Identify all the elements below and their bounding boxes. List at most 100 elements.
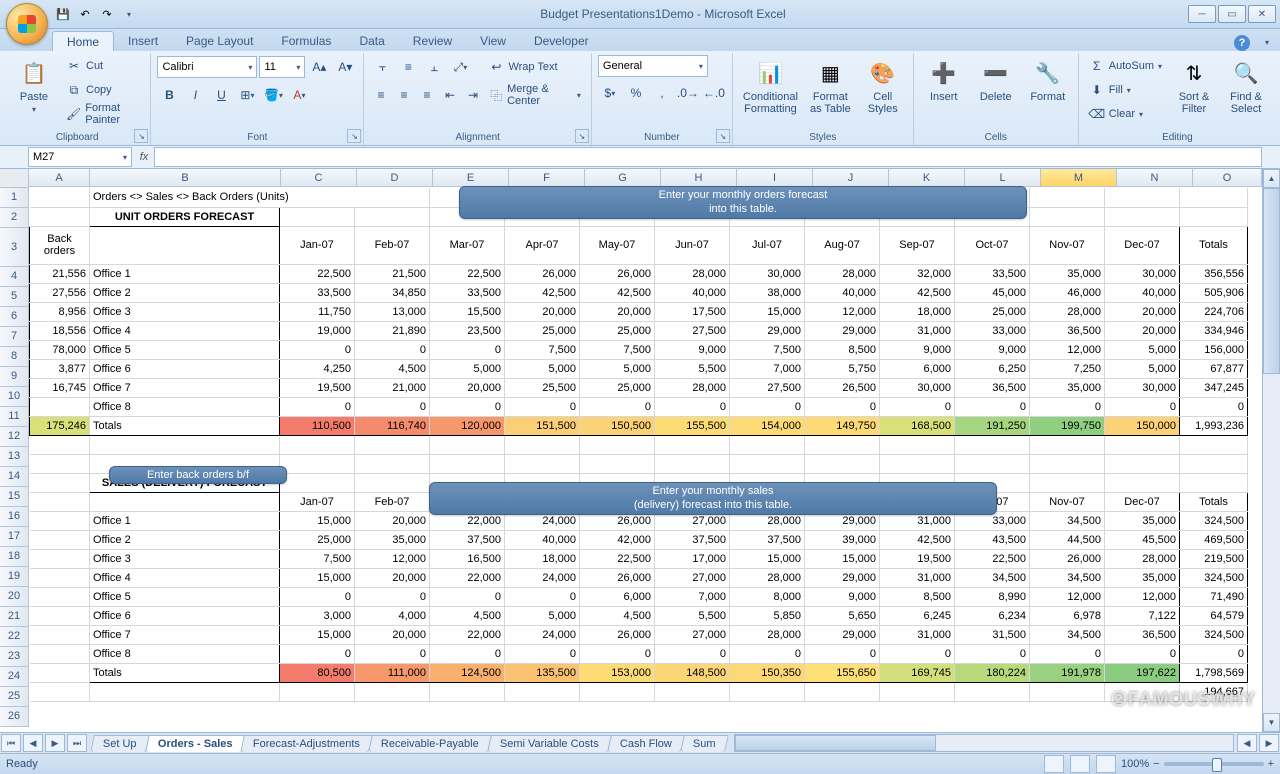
cell[interactable] [30, 188, 90, 207]
cell[interactable]: 0 [355, 587, 430, 606]
cell[interactable] [280, 682, 355, 701]
cell[interactable]: 505,906 [1180, 283, 1248, 302]
cell[interactable]: 334,946 [1180, 321, 1248, 340]
sheet-tab-orders-sales[interactable]: Orders - Sales [145, 735, 245, 752]
cell[interactable]: 17,000 [655, 549, 730, 568]
align-middle[interactable]: ≡ [396, 55, 420, 79]
cell[interactable] [730, 435, 805, 454]
autosum-button[interactable]: ΣAutoSum ▾ [1085, 55, 1166, 77]
cell[interactable]: Orders <> Sales <> Back Orders (Units) [90, 188, 430, 207]
cell[interactable]: 347,245 [1180, 378, 1248, 397]
cell[interactable]: 8,990 [955, 587, 1030, 606]
cell[interactable]: 30,000 [880, 378, 955, 397]
cell[interactable]: Jan-07 [280, 226, 355, 264]
align-bottom[interactable]: ⫠ [422, 55, 446, 79]
cell[interactable]: 0 [430, 340, 505, 359]
fx-icon[interactable]: fx [134, 151, 154, 163]
cell[interactable] [30, 625, 90, 644]
delete-cells[interactable]: ➖Delete [972, 55, 1020, 131]
cell[interactable]: Office 1 [90, 264, 280, 283]
row-header-22[interactable]: 22 [0, 627, 29, 647]
cell[interactable]: 8,956 [30, 302, 90, 321]
cell[interactable]: 18,000 [880, 302, 955, 321]
cell[interactable]: 5,650 [805, 606, 880, 625]
cell[interactable]: 26,000 [580, 568, 655, 587]
cell[interactable]: 27,500 [655, 321, 730, 340]
cell[interactable]: 0 [580, 644, 655, 663]
font-color-button[interactable]: A▾ [287, 83, 311, 107]
col-header-O[interactable]: O [1193, 169, 1262, 187]
col-header-K[interactable]: K [889, 169, 965, 187]
cell[interactable]: 0 [280, 587, 355, 606]
cell[interactable]: 26,000 [1030, 549, 1105, 568]
cell[interactable]: 33,000 [955, 321, 1030, 340]
cell[interactable]: 0 [430, 397, 505, 416]
minimize-button[interactable]: ─ [1188, 5, 1216, 23]
cell[interactable]: 44,500 [1030, 530, 1105, 549]
cell[interactable]: Office 5 [90, 587, 280, 606]
col-header-M[interactable]: M [1041, 169, 1117, 187]
cell[interactable]: Office 2 [90, 283, 280, 302]
cell[interactable]: 26,500 [805, 378, 880, 397]
row-header-13[interactable]: 13 [0, 447, 29, 467]
align-right[interactable]: ≡ [416, 83, 437, 107]
col-header-C[interactable]: C [281, 169, 357, 187]
cell[interactable]: 5,000 [580, 359, 655, 378]
cell[interactable]: 0 [355, 397, 430, 416]
insert-cells[interactable]: ➕Insert [920, 55, 968, 131]
tab-insert[interactable]: Insert [114, 31, 172, 51]
cell[interactable]: 4,000 [355, 606, 430, 625]
cell[interactable]: 24,000 [505, 625, 580, 644]
cell[interactable]: 0 [1030, 644, 1105, 663]
align-center[interactable]: ≡ [393, 83, 414, 107]
cell[interactable]: 6,245 [880, 606, 955, 625]
alignment-launcher[interactable]: ↘ [575, 129, 589, 143]
cell[interactable] [730, 682, 805, 701]
cell[interactable]: 199,750 [1030, 416, 1105, 435]
cell[interactable] [280, 473, 355, 492]
fill-color-button[interactable]: 🪣▾ [261, 83, 285, 107]
cell[interactable]: 324,500 [1180, 568, 1248, 587]
cell[interactable]: 34,500 [955, 568, 1030, 587]
cell[interactable]: Totals [1180, 492, 1248, 511]
cell[interactable]: 25,000 [280, 530, 355, 549]
spreadsheet-grid[interactable]: ABCDEFGHIJKLMNO 123456789101112131415161… [0, 169, 1280, 732]
cell[interactable]: 3,877 [30, 359, 90, 378]
tab-nav-last[interactable]: ⏭ [67, 734, 87, 752]
cell[interactable]: 149,750 [805, 416, 880, 435]
cell[interactable]: 26,000 [580, 625, 655, 644]
cell[interactable]: 20,000 [430, 378, 505, 397]
cell[interactable] [955, 454, 1030, 473]
cell[interactable]: 191,978 [1030, 663, 1105, 682]
cell[interactable] [1180, 473, 1248, 492]
cell[interactable] [1105, 454, 1180, 473]
cell[interactable]: 29,000 [730, 321, 805, 340]
qat-customize[interactable]: ▾ [120, 5, 138, 23]
cell[interactable]: Office 6 [90, 606, 280, 625]
cell[interactable]: 28,000 [805, 264, 880, 283]
cell[interactable]: 21,890 [355, 321, 430, 340]
cell[interactable]: 15,000 [280, 568, 355, 587]
tab-page-layout[interactable]: Page Layout [172, 31, 267, 51]
tab-data[interactable]: Data [345, 31, 398, 51]
row-header-7[interactable]: 7 [0, 327, 29, 347]
cell[interactable]: 29,000 [805, 568, 880, 587]
cell[interactable]: 120,000 [430, 416, 505, 435]
cell[interactable]: 27,500 [730, 378, 805, 397]
cell[interactable]: 35,000 [1030, 264, 1105, 283]
cell[interactable]: 0 [955, 644, 1030, 663]
cell[interactable] [30, 663, 90, 682]
cell[interactable]: 33,500 [955, 264, 1030, 283]
cell[interactable]: 219,500 [1180, 549, 1248, 568]
cell[interactable] [880, 682, 955, 701]
cell[interactable]: 12,000 [805, 302, 880, 321]
cell[interactable]: 40,000 [505, 530, 580, 549]
cell[interactable]: 224,706 [1180, 302, 1248, 321]
row-header-15[interactable]: 15 [0, 487, 29, 507]
cell[interactable]: 36,500 [1030, 321, 1105, 340]
cell[interactable]: 28,000 [730, 568, 805, 587]
cell[interactable] [355, 454, 430, 473]
cell[interactable]: 7,500 [280, 549, 355, 568]
row-header-1[interactable]: 1 [0, 188, 29, 208]
cell[interactable]: 27,000 [655, 625, 730, 644]
